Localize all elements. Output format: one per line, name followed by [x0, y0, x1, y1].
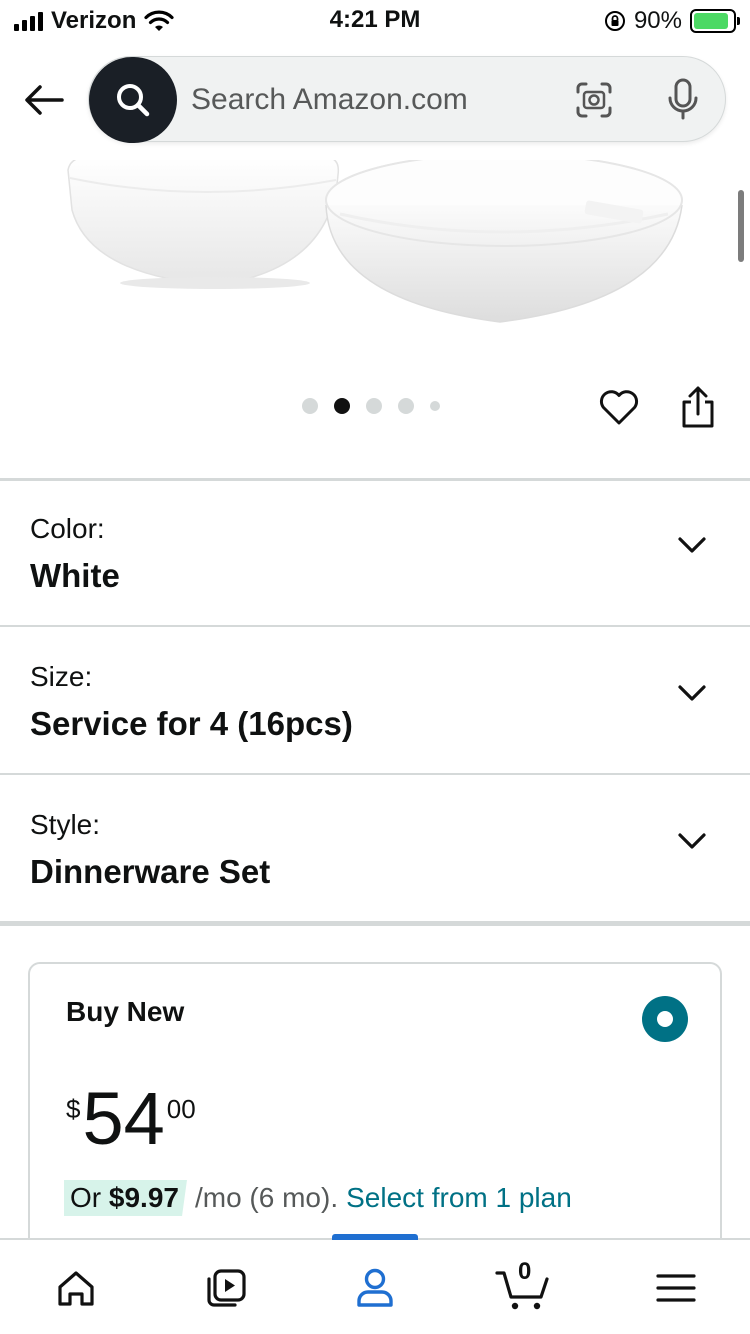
status-bar: Verizon 4:21 PM 90%: [0, 0, 750, 44]
variation-size[interactable]: Size: Service for 4 (16pcs): [0, 629, 750, 775]
variation-color[interactable]: Color: White: [0, 481, 750, 627]
installment-badge: Or $9.97: [64, 1180, 187, 1216]
installment-term: /mo (6 mo).: [194, 1182, 339, 1213]
installment-plan-link[interactable]: Select from 1 plan: [346, 1182, 572, 1214]
price: $ 54 00: [66, 1082, 196, 1156]
nav-video[interactable]: [196, 1260, 256, 1316]
variation-label: Color:: [30, 513, 105, 544]
battery-icon: [690, 9, 740, 33]
installment-prefix: Or: [70, 1182, 102, 1213]
product-photo: [67, 160, 683, 323]
camera-search-button[interactable]: [573, 79, 615, 121]
installment-amount: $9.97: [108, 1182, 179, 1213]
search-input[interactable]: [191, 79, 551, 121]
battery-percent: 90%: [633, 7, 682, 34]
camera-scan-icon: [576, 82, 612, 118]
back-arrow-icon: [25, 85, 64, 115]
carousel-dot[interactable]: [366, 398, 382, 414]
home-icon: [58, 1271, 94, 1306]
chevron-down-icon[interactable]: [674, 675, 710, 711]
product-image[interactable]: [0, 160, 750, 480]
carousel-dot[interactable]: [430, 401, 440, 411]
variation-value: Dinnerware Set: [30, 853, 271, 890]
chevron-down-icon[interactable]: [674, 823, 710, 859]
heart-icon: [600, 390, 638, 425]
cart-count: 0: [518, 1258, 532, 1285]
variation-label: Style:: [30, 809, 101, 840]
back-button[interactable]: [20, 76, 68, 124]
price-fraction: 00: [166, 1094, 196, 1124]
nav-active-indicator: [332, 1234, 418, 1240]
section-divider: [0, 923, 750, 926]
nav-account[interactable]: [345, 1260, 405, 1316]
voice-search-button[interactable]: [663, 75, 703, 125]
carousel-dot-active[interactable]: [334, 398, 350, 414]
status-right: 90%: [604, 6, 740, 36]
nav-cart[interactable]: 0: [492, 1258, 556, 1316]
menu-icon: [656, 1274, 696, 1302]
search-header: [0, 50, 750, 150]
chevron-down-icon[interactable]: [674, 527, 710, 563]
image-carousel-dots[interactable]: [302, 398, 440, 414]
carousel-dot[interactable]: [398, 398, 414, 414]
microphone-icon: [668, 78, 698, 120]
share-icon: [682, 386, 714, 428]
wishlist-button[interactable]: [596, 384, 642, 430]
orientation-lock-icon: [604, 11, 625, 31]
account-icon: [357, 1268, 393, 1307]
nav-menu[interactable]: [646, 1260, 706, 1316]
buy-option-title: Buy New: [66, 996, 185, 1027]
nav-home[interactable]: [46, 1260, 106, 1316]
variation-label: Size:: [30, 661, 93, 692]
variation-value: Service for 4 (16pcs): [30, 705, 353, 742]
carousel-dot[interactable]: [302, 398, 318, 414]
variation-style[interactable]: Style: Dinnerware Set: [0, 777, 750, 923]
price-symbol: $: [66, 1094, 81, 1124]
search-icon: [117, 84, 150, 117]
search-button[interactable]: [89, 57, 177, 143]
buy-new-radio[interactable]: [642, 996, 688, 1042]
share-button[interactable]: [676, 382, 720, 432]
scroll-indicator[interactable]: [738, 190, 744, 262]
variation-value: White: [30, 557, 120, 594]
video-icon: [207, 1269, 246, 1307]
search-bar[interactable]: [88, 56, 726, 143]
installment-info: Or $9.97 /mo (6 mo). Select from 1 plan: [64, 1180, 572, 1216]
bottom-nav: 0: [0, 1234, 750, 1334]
price-whole: 54: [82, 1077, 165, 1160]
